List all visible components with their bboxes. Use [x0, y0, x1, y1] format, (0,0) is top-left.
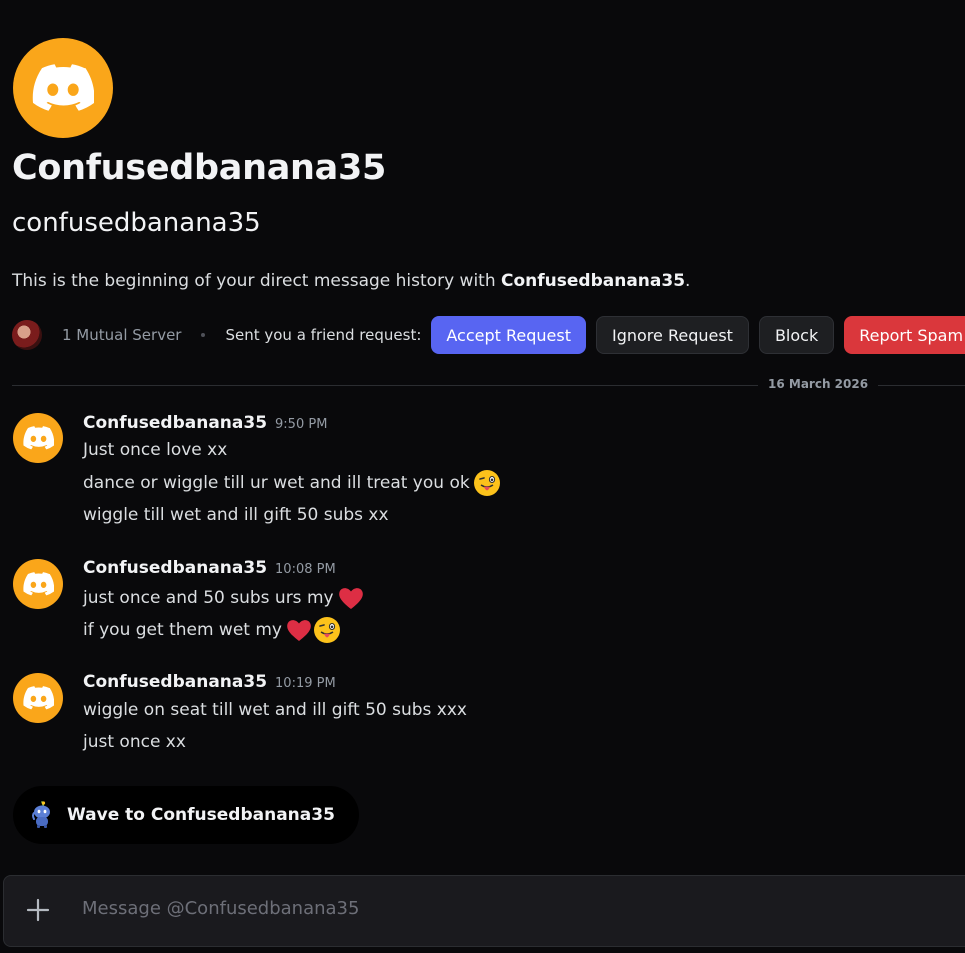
accept-request-button[interactable]: Accept Request	[431, 316, 586, 354]
profile-avatar[interactable]	[13, 38, 113, 138]
friend-request-bar: 1 Mutual Server Sent you a friend reques…	[12, 316, 965, 354]
message-line: Just once love xx	[83, 440, 228, 460]
wumpus-wave-icon	[32, 801, 50, 828]
plus-icon[interactable]	[25, 896, 51, 924]
red-heart-emoji-icon	[338, 588, 363, 609]
message-author[interactable]: Confusedbanana35	[83, 413, 267, 433]
message-timestamp: 10:19 PM	[275, 676, 336, 691]
message-header: Confusedbanana35 9:50 PM	[83, 413, 327, 433]
message-header: Confusedbanana35 10:08 PM	[83, 558, 336, 578]
friend-request-label: Sent you a friend request:	[225, 326, 422, 344]
intro-suffix: .	[685, 271, 691, 291]
message-line: just once and 50 subs urs my	[83, 584, 365, 612]
red-heart-emoji-icon	[287, 620, 311, 641]
message-author[interactable]: Confusedbanana35	[83, 558, 267, 578]
message-avatar[interactable]	[13, 559, 63, 609]
dm-intro-text: This is the beginning of your direct mes…	[12, 271, 690, 291]
message-avatar[interactable]	[13, 413, 63, 463]
message-text: dance or wiggle till ur wet and ill trea…	[83, 473, 470, 493]
message-text: if you get them wet my	[83, 620, 282, 640]
message-header: Confusedbanana35 10:19 PM	[83, 672, 336, 692]
block-button[interactable]: Block	[758, 316, 835, 354]
discord-logo-icon	[22, 686, 54, 710]
report-spam-button[interactable]: Report Spam	[844, 316, 965, 354]
ignore-request-button[interactable]: Ignore Request	[596, 316, 749, 354]
intro-name: Confusedbanana35	[501, 271, 686, 291]
message-line: wiggle on seat till wet and ill gift 50 …	[83, 700, 467, 720]
message-line: just once xx	[83, 732, 186, 752]
date-divider-label: 16 March 2026	[758, 377, 879, 391]
message-line: dance or wiggle till ur wet and ill trea…	[83, 469, 501, 497]
message-input[interactable]: Message @Confusedbanana35	[82, 898, 359, 919]
separator-dot	[201, 333, 206, 337]
profile-username: confusedbanana35	[12, 208, 261, 238]
mutual-server-avatar[interactable]	[12, 320, 42, 350]
message-author[interactable]: Confusedbanana35	[83, 672, 267, 692]
message-timestamp: 9:50 PM	[275, 417, 328, 432]
message-avatar[interactable]	[13, 673, 63, 723]
discord-logo-icon	[32, 64, 94, 111]
message-line: if you get them wet my	[83, 616, 341, 644]
message-line: wiggle till wet and ill gift 50 subs xx	[83, 505, 389, 525]
profile-display-name: Confusedbanana35	[12, 148, 387, 188]
winking-tongue-emoji-icon	[314, 617, 340, 643]
wave-button-label: Wave to Confusedbanana35	[67, 805, 335, 825]
discord-logo-icon	[22, 426, 54, 450]
wave-button[interactable]: Wave to Confusedbanana35	[13, 786, 359, 844]
message-timestamp: 10:08 PM	[275, 562, 336, 577]
message-text: just once and 50 subs urs my	[83, 588, 334, 608]
mutual-server-link[interactable]: 1 Mutual Server	[62, 326, 181, 344]
intro-prefix: This is the beginning of your direct mes…	[12, 271, 502, 291]
discord-logo-icon	[22, 572, 54, 596]
winking-tongue-emoji-icon	[473, 470, 500, 496]
